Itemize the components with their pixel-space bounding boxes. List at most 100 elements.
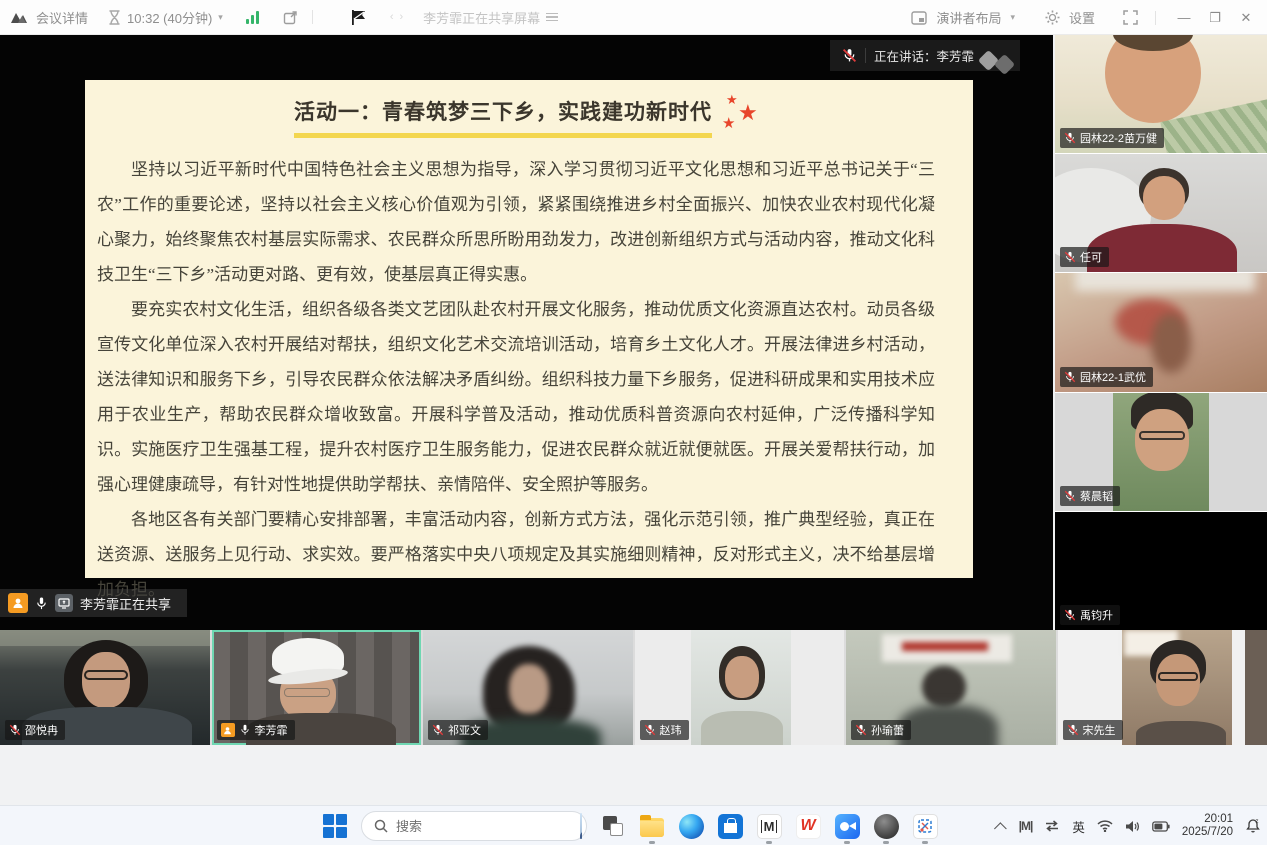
participant-nametag: 李芳霏 — [217, 720, 295, 740]
watermark-flag-icon[interactable] — [349, 9, 368, 26]
network-signal-icon[interactable] — [245, 11, 261, 24]
speaking-name: 李芳霏 — [936, 50, 974, 64]
participant-nametag: 园林22-2苗万健 — [1060, 128, 1164, 148]
participant-nametag: 祁亚文 — [428, 720, 488, 740]
document-paragraph: 各地区各有关部门要精心安排部署，丰富活动内容，创新方式方法，强化示范引领，推广典… — [97, 502, 935, 607]
participant-nametag: 禹钧升 — [1060, 605, 1120, 625]
search-input[interactable] — [396, 819, 572, 834]
taskbar-search[interactable] — [361, 811, 587, 841]
input-language-indicator[interactable]: 英 — [1072, 817, 1085, 836]
wifi-icon[interactable] — [1097, 820, 1113, 832]
video-tile[interactable]: 祁亚文 — [423, 630, 633, 745]
video-tile[interactable]: 孙瑜蕾 — [846, 630, 1056, 745]
layout-caret-icon[interactable]: ▾ — [1010, 12, 1015, 23]
sharing-banner-text: 李芳霏正在共享 — [80, 594, 171, 613]
wps-office-button[interactable]: W — [795, 813, 821, 839]
microsoft-store-button[interactable] — [717, 813, 743, 839]
sharing-menu-icon[interactable] — [546, 11, 558, 24]
sharing-banner: 李芳霏正在共享 — [0, 589, 187, 617]
screen-share-icon — [55, 594, 73, 612]
meeting-app-icon — [835, 814, 860, 839]
meeting-app-button[interactable] — [834, 813, 860, 839]
document-paragraph: 坚持以习近平新时代中国特色社会主义思想为指导，深入学习贯彻习近平文化思想和习近平… — [97, 152, 935, 292]
edge-icon — [679, 814, 704, 839]
document-body: 坚持以习近平新时代中国特色社会主义思想为指导，深入学习贯彻习近平文化思想和习近平… — [85, 138, 973, 607]
task-view-button[interactable] — [600, 813, 626, 839]
snipping-tool-button[interactable] — [912, 813, 938, 839]
close-button[interactable]: ✕ — [1235, 10, 1257, 26]
video-tile[interactable]: 蔡晨韬 — [1055, 393, 1267, 511]
stars-decoration-icon: ★★★ — [722, 96, 764, 138]
video-tile[interactable]: 园林22-1武优 — [1055, 273, 1267, 391]
video-tile[interactable]: 任可 — [1055, 154, 1267, 272]
video-tile-active-speaker[interactable]: 李芳霏 — [212, 630, 422, 745]
search-icon — [374, 819, 388, 833]
speaking-mic-icon — [842, 48, 857, 63]
weather-widget-icon[interactable] — [580, 813, 582, 839]
collapse-right-icon[interactable]: › — [399, 11, 403, 23]
speaking-indicator: 正在讲话：李芳霏 — [830, 40, 1020, 71]
scissors-icon — [913, 814, 938, 839]
document-title: 活动一：青春筑梦三下乡，实践建功新时代 — [294, 96, 712, 138]
tray-expand-icon[interactable] — [994, 822, 1007, 835]
marktext-button[interactable]: M — [756, 813, 782, 839]
timer-caret-icon[interactable]: ▾ — [218, 12, 223, 23]
video-tile[interactable]: 园林22-2苗万健 — [1055, 35, 1267, 153]
speaking-label: 正在讲话： — [874, 50, 937, 64]
tray-time: 20:01 — [1182, 813, 1233, 826]
video-tile[interactable]: 赵玮 — [635, 630, 845, 745]
file-explorer-button[interactable] — [639, 813, 665, 839]
svg-text:z: z — [1256, 819, 1259, 825]
volume-icon[interactable] — [1125, 820, 1140, 833]
marktext-icon: M — [757, 814, 782, 839]
start-button[interactable] — [322, 813, 348, 839]
store-icon — [718, 814, 743, 839]
participant-nametag: 邵悦冉 — [5, 720, 65, 740]
participant-nametag: 园林22-1武优 — [1060, 367, 1153, 387]
windows-taskbar: M W |M| 英 — [0, 805, 1267, 845]
video-tile-camera-off[interactable]: 禹钧升 — [1055, 512, 1267, 630]
user-account-button[interactable] — [873, 813, 899, 839]
meeting-app-logo-icon — [10, 10, 30, 24]
notification-bell-icon[interactable]: z — [1245, 818, 1261, 834]
layout-icon — [911, 11, 927, 25]
wps-icon: W — [796, 814, 821, 839]
video-tile[interactable]: 宋先生 — [1058, 630, 1267, 745]
desktop-background — [0, 745, 1267, 805]
tray-transfer-icon[interactable] — [1044, 820, 1060, 832]
meeting-details-button[interactable]: 会议详情 — [36, 8, 88, 27]
hourglass-icon — [108, 10, 121, 25]
maximize-button[interactable]: ❐ — [1204, 10, 1226, 26]
fullscreen-icon[interactable] — [1123, 10, 1138, 25]
task-view-icon — [603, 816, 623, 836]
windows-logo-icon — [323, 814, 347, 838]
meeting-timer[interactable]: 10:32 (40分钟) — [127, 8, 212, 27]
participant-nametag: 宋先生 — [1063, 720, 1123, 740]
sharing-title: 李芳霏正在共享屏幕 — [423, 8, 540, 27]
participant-nametag: 任可 — [1060, 247, 1109, 267]
shared-document: 活动一：青春筑梦三下乡，实践建功新时代 ★★★ 坚持以习近平新时代中国特色社会主… — [85, 80, 973, 578]
edge-browser-button[interactable] — [678, 813, 704, 839]
overlay-diamond-icon — [994, 54, 1015, 75]
folder-icon — [640, 818, 664, 837]
shared-screen-stage: 正在讲话：李芳霏 活动一：青春筑梦三下乡，实践建功新时代 ★★★ 坚持以习近平新… — [0, 35, 1053, 630]
settings-gear-icon — [1045, 10, 1060, 25]
host-person-icon — [221, 723, 235, 737]
collapse-left-icon[interactable]: ‹ — [390, 11, 394, 23]
tray-marktext-icon[interactable]: |M| — [1019, 819, 1033, 833]
minimize-button[interactable]: — — [1173, 10, 1195, 25]
settings-button[interactable]: 设置 — [1069, 8, 1095, 27]
participant-nametag: 赵玮 — [640, 720, 689, 740]
tray-date: 2025/7/20 — [1182, 826, 1233, 839]
open-in-window-icon[interactable] — [283, 10, 298, 25]
participant-filmstrip: 邵悦冉 李芳霏 祁亚文 — [0, 630, 1267, 745]
meeting-titlebar: 会议详情 10:32 (40分钟) ▾ ‹ › 李芳霏正在 — [0, 0, 1267, 35]
video-tile[interactable]: 邵悦冉 — [0, 630, 210, 745]
host-person-icon — [8, 593, 28, 613]
participant-nametag: 孙瑜蕾 — [851, 720, 911, 740]
clock[interactable]: 20:01 2025/7/20 — [1182, 813, 1233, 839]
battery-icon[interactable] — [1152, 821, 1170, 832]
speaker-layout-button[interactable]: 演讲者布局 — [936, 8, 1001, 27]
active-mic-icon — [35, 596, 48, 611]
participant-sidebar: 园林22-2苗万健 任可 园林22-1武优 — [1055, 35, 1267, 630]
